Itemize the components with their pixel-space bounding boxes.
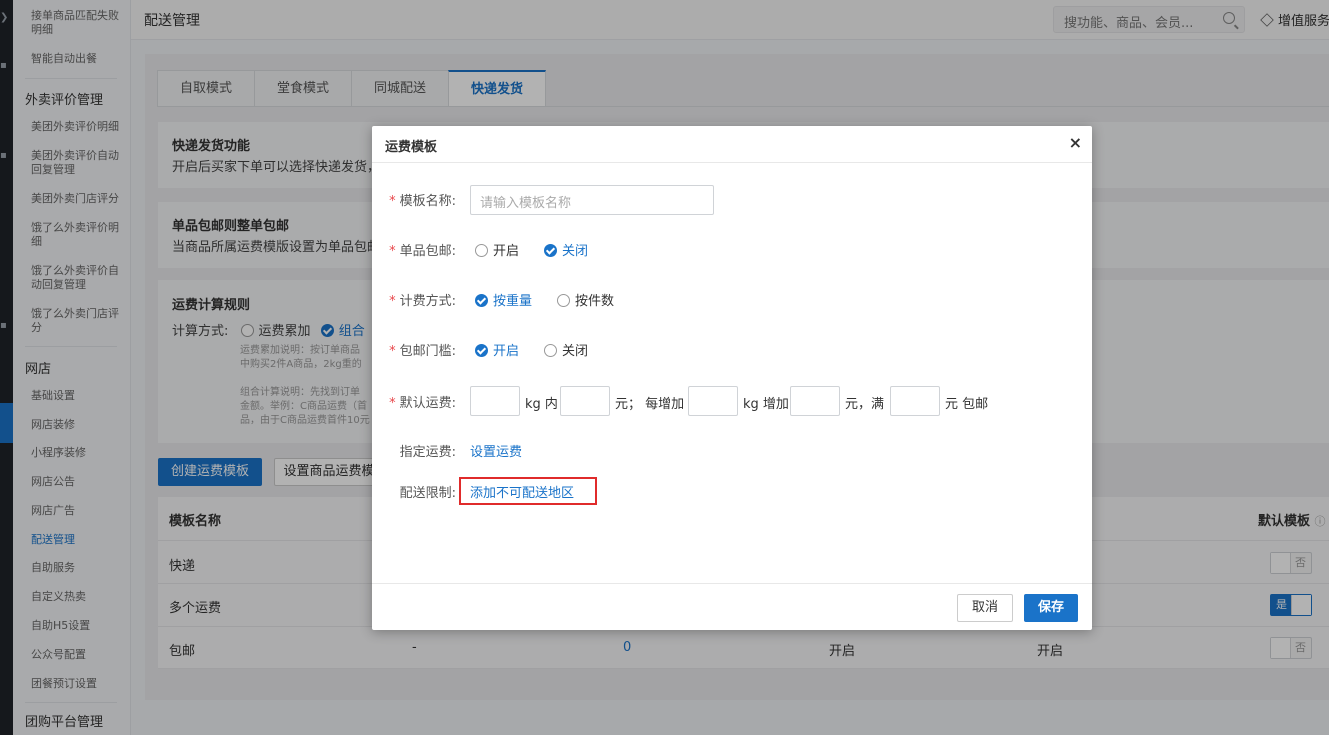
default-fee-row: * 默认运费: kg 内 元； 每增加 kg 增加 元，满 元 包邮	[372, 386, 1092, 416]
radio-label: 按件数	[575, 294, 615, 309]
label-text: 计费方式:	[399, 294, 456, 309]
unit-text: 元，满	[845, 397, 885, 412]
template-name-row: * 模板名称: 请输入模板名称	[372, 184, 1092, 215]
single-free-row: * 单品包邮: 开启 关闭	[372, 234, 1092, 264]
radio-billing-weight[interactable]: 按重量	[475, 290, 532, 309]
template-name-input[interactable]: 请输入模板名称	[470, 185, 714, 215]
single-free-label: * 单品包邮:	[389, 244, 456, 259]
highlight-box	[459, 477, 597, 505]
radio-label: 关闭	[562, 244, 589, 259]
radio-threshold-off[interactable]: 关闭	[544, 340, 588, 359]
specify-fee-label: 指定运费:	[399, 445, 456, 460]
save-button[interactable]: 保存	[1024, 594, 1078, 622]
delivery-limit-label: 配送限制:	[399, 486, 456, 501]
billing-label: * 计费方式:	[389, 294, 456, 309]
specify-fee-row: 指定运费: 设置运费	[372, 435, 1092, 465]
modal-title: 运费模板	[385, 140, 438, 155]
radio-unchecked-icon	[557, 294, 570, 307]
radio-checked-icon	[544, 244, 557, 257]
unit-text: kg 内	[525, 397, 558, 412]
free-threshold-input[interactable]	[890, 386, 940, 416]
radio-checked-icon	[475, 294, 488, 307]
first-weight-input[interactable]	[470, 386, 520, 416]
close-icon[interactable]: ×	[1069, 133, 1082, 152]
first-fee-input[interactable]	[560, 386, 610, 416]
modal-footer: 取消 保存	[372, 583, 1092, 630]
radio-unchecked-icon	[544, 344, 557, 357]
radio-single-free-off[interactable]: 关闭	[544, 240, 588, 259]
threshold-row: * 包邮门槛: 开启 关闭	[372, 334, 1092, 364]
add-fee-input[interactable]	[790, 386, 840, 416]
template-name-label: * 模板名称:	[389, 194, 456, 209]
threshold-label: * 包邮门槛:	[389, 344, 456, 359]
radio-label: 开启	[493, 344, 520, 359]
radio-threshold-on[interactable]: 开启	[475, 340, 519, 359]
add-weight-input[interactable]	[688, 386, 738, 416]
unit-text: kg 增加	[743, 397, 789, 412]
radio-unchecked-icon	[475, 244, 488, 257]
radio-single-free-on[interactable]: 开启	[475, 240, 519, 259]
cancel-button[interactable]: 取消	[957, 594, 1013, 622]
modal-header: 运费模板 ×	[372, 126, 1092, 163]
radio-billing-count[interactable]: 按件数	[557, 290, 614, 309]
set-fee-link[interactable]: 设置运费	[470, 441, 522, 460]
default-fee-label: * 默认运费:	[389, 396, 456, 411]
label-text: 模板名称:	[399, 194, 456, 209]
label-text: 单品包邮:	[399, 244, 456, 259]
radio-label: 开启	[493, 244, 520, 259]
unit-text: 元； 每增加	[615, 397, 685, 412]
radio-label: 关闭	[562, 344, 589, 359]
label-text: 包邮门槛:	[399, 344, 456, 359]
billing-row: * 计费方式: 按重量 按件数	[372, 284, 1092, 314]
unit-text: 元 包邮	[945, 397, 989, 412]
radio-checked-icon	[475, 344, 488, 357]
radio-label: 按重量	[493, 294, 533, 309]
shipping-template-modal: 运费模板 × * 模板名称: 请输入模板名称 * 单品包邮: 开启 关闭 * 计费方式…	[372, 126, 1092, 630]
label-text: 默认运费:	[399, 396, 456, 411]
